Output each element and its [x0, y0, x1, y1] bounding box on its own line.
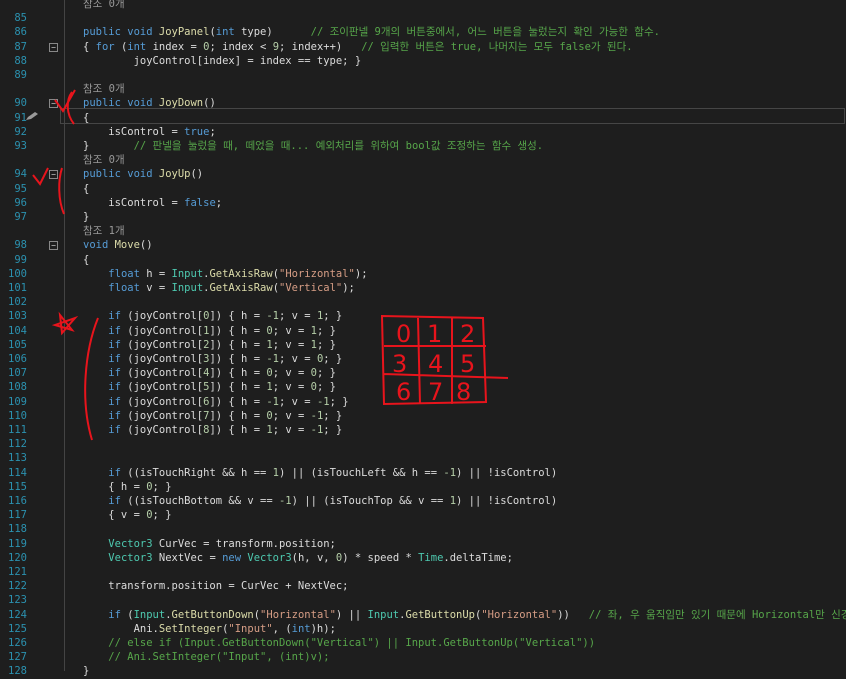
grid-digit: 3 [392, 350, 407, 378]
check-mark-94 [32, 167, 49, 186]
code-editor[interactable]: 참조 0개 85 86 public void JoyPanel(int type) … [0, 0, 846, 677]
grid-digit: 5 [460, 350, 475, 378]
brace-94 [58, 167, 65, 215]
grid-digit: 8 [456, 378, 471, 406]
star-mark [51, 311, 79, 336]
grid-digit: 2 [460, 320, 475, 348]
grid-digit: 1 [427, 320, 442, 348]
grid-digit: 4 [428, 350, 443, 378]
handwritten-annotation: 0 1 2 3 4 5 6 7 8 [32, 89, 509, 441]
grid-digit: 7 [428, 378, 443, 406]
grid-digit: 6 [396, 378, 411, 406]
grid-digit: 0 [396, 320, 411, 348]
brace-103 [84, 317, 99, 441]
